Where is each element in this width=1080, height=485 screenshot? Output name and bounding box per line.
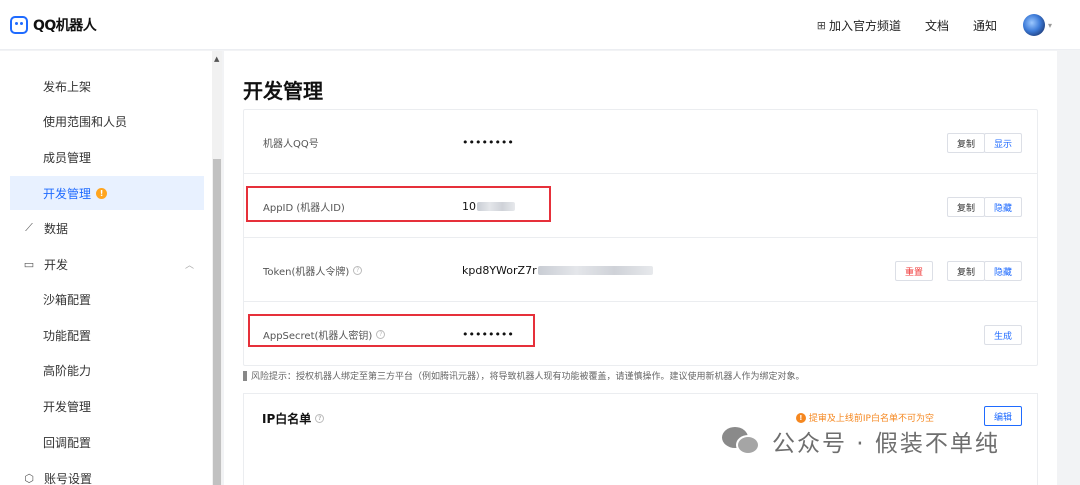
help-icon[interactable]: ?: [315, 414, 325, 423]
sidebar-item-label: 数据: [44, 221, 69, 236]
page-title: 开发管理: [243, 79, 323, 103]
sidebar-item-label: 发布上架: [43, 79, 92, 94]
hexagon-icon: ⬡: [24, 471, 34, 485]
sidebar-item-label: 功能配置: [43, 328, 92, 343]
row-label-wrap: Token(机器人令牌) ?: [263, 238, 363, 302]
row-value: kpd8YWorZ7r: [462, 263, 537, 277]
top-header: QQ机器人 ⊞ 加入官方频道 文档 通知 ▾: [0, 0, 1080, 50]
sidebar-item-label: 使用范围和人员: [43, 114, 128, 129]
sidebar-item-features[interactable]: 功能配置: [10, 318, 204, 352]
watermark-text: 公众号 · 假装不单纯: [772, 431, 1000, 457]
scroll-thumb[interactable]: [213, 159, 221, 485]
sidebar-item-label: 开发: [44, 257, 69, 272]
row-value: ••••••••: [462, 135, 514, 149]
copy-button[interactable]: 复制: [946, 133, 985, 153]
chart-icon: ⟋: [25, 221, 33, 234]
ip-warning-text: 提审及上线前IP白名单不可为空: [808, 414, 934, 424]
sidebar-item-dev-manage[interactable]: 开发管理: [10, 389, 204, 423]
notify-link[interactable]: 通知: [973, 17, 997, 34]
sidebar-item-members[interactable]: 成员管理: [10, 140, 204, 174]
sidebar-item-label: 账号设置: [44, 471, 93, 485]
credential-row-token: Token(机器人令牌) ? kpd8YWorZ7r 重置 复制 隐藏: [244, 238, 1037, 302]
highlight-box-appid: [246, 186, 551, 222]
sidebar-item-scope[interactable]: 使用范围和人员: [10, 104, 204, 138]
logo-text: QQ机器人: [33, 17, 97, 34]
avatar[interactable]: [1022, 14, 1045, 36]
redaction-blur: [537, 265, 653, 275]
hide-button[interactable]: 隐藏: [983, 197, 1022, 217]
row-label: 机器人QQ号: [263, 138, 319, 150]
risk-notice: 风险提示：授权机器人绑定至第三方平台（例如腾讯元器），将导致机器人现有功能被覆盖…: [243, 369, 805, 382]
sidebar-item-advanced[interactable]: 高阶能力: [10, 353, 204, 387]
sidebar-item-sandbox[interactable]: 沙箱配置: [10, 282, 204, 316]
sidebar: 发布上架 使用范围和人员 成员管理 开发管理 ! ⟋ 数据 ▭ 开发 ︿ 沙箱配…: [0, 51, 212, 485]
sidebar-item-develop[interactable]: ▭ 开发 ︿: [10, 247, 204, 281]
sidebar-item-publish[interactable]: 发布上架: [10, 69, 204, 103]
sidebar-scrollbar[interactable]: ▲: [212, 51, 222, 485]
ip-warning: ! 提审及上线前IP白名单不可为空: [795, 411, 934, 424]
row-label: Token(机器人令牌): [263, 266, 350, 278]
wechat-icon: [722, 425, 764, 457]
sidebar-item-callback[interactable]: 回调配置: [10, 425, 204, 459]
row-value-wrap: kpd8YWorZ7r: [462, 238, 653, 302]
main-panel: 开发管理 机器人QQ号 •••••••• 复制 显示 AppID (机器人ID)…: [224, 51, 1057, 485]
warning-icon: !: [795, 412, 806, 423]
monitor-icon: ▭: [23, 257, 35, 271]
sidebar-item-label: 开发管理: [43, 186, 92, 201]
grid-icon: ⊞: [816, 18, 826, 32]
copy-button[interactable]: 复制: [946, 197, 985, 217]
sidebar-item-dev-manage-active[interactable]: 开发管理 !: [10, 176, 204, 210]
risk-text: 风险提示：授权机器人绑定至第三方平台（例如腾讯元器），将导致机器人现有功能被覆盖…: [251, 372, 805, 382]
logo[interactable]: QQ机器人: [10, 15, 97, 35]
reset-button[interactable]: 重置: [894, 261, 933, 281]
copy-button[interactable]: 复制: [946, 261, 985, 281]
scroll-up-icon[interactable]: ▲: [214, 55, 219, 63]
hide-button[interactable]: 隐藏: [983, 261, 1022, 281]
edit-button[interactable]: 编辑: [983, 406, 1022, 426]
sidebar-item-label: 开发管理: [43, 399, 92, 414]
join-channel-link[interactable]: ⊞ 加入官方频道: [817, 17, 901, 34]
robot-logo-icon: [10, 15, 28, 34]
header-nav: ⊞ 加入官方频道 文档 通知 ▾: [793, 0, 1052, 50]
alert-badge-icon: !: [96, 187, 108, 199]
join-channel-label: 加入官方频道: [828, 18, 901, 33]
show-button[interactable]: 显示: [983, 133, 1022, 153]
ip-title: IP白名单: [262, 412, 312, 426]
sidebar-item-label: 回调配置: [43, 435, 92, 450]
generate-button[interactable]: 生成: [983, 325, 1022, 345]
chevron-up-icon[interactable]: ︿: [185, 258, 194, 271]
sidebar-item-label: 沙箱配置: [43, 292, 92, 307]
ip-title-wrap: IP白名单 ?: [262, 410, 325, 427]
docs-link[interactable]: 文档: [925, 17, 949, 34]
sidebar-item-label: 成员管理: [43, 150, 92, 165]
credential-row-qq: 机器人QQ号 •••••••• 复制 显示: [244, 110, 1037, 174]
watermark: 公众号 · 假装不单纯: [722, 424, 1000, 458]
page-gutter: [1057, 51, 1080, 485]
help-icon[interactable]: ?: [353, 265, 363, 275]
notice-bar-icon: [243, 370, 247, 381]
sidebar-item-account[interactable]: ⬡ 账号设置: [10, 461, 204, 485]
sidebar-item-label: 高阶能力: [43, 363, 92, 378]
chevron-down-icon[interactable]: ▾: [1048, 21, 1052, 30]
highlight-box-appsecret: [248, 314, 535, 347]
sidebar-item-data[interactable]: ⟋ 数据: [10, 211, 204, 245]
